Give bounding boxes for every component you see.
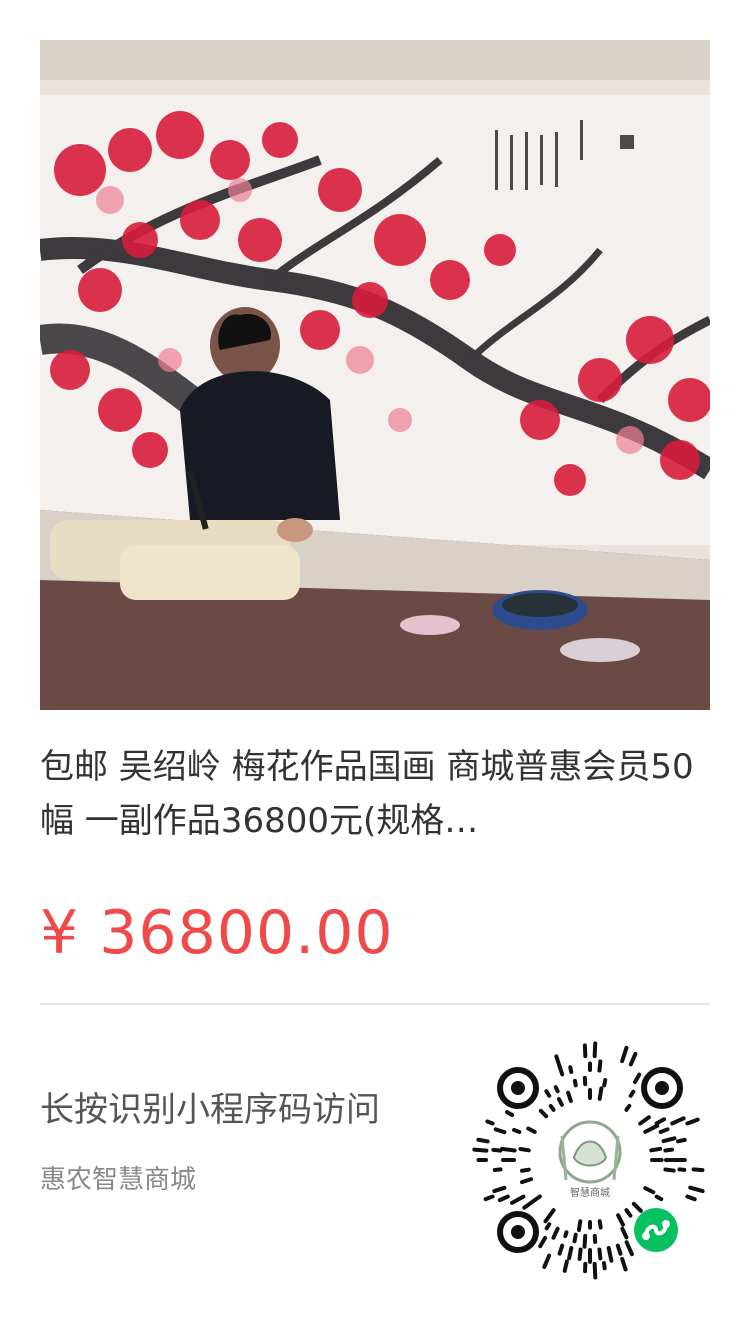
qrcode-module xyxy=(554,1054,560,1064)
qrcode-module xyxy=(476,1137,490,1144)
qrcode-module xyxy=(601,1261,607,1271)
qrcode-module xyxy=(544,1089,552,1098)
qrcode-module xyxy=(562,1259,569,1273)
product-title: 包邮 吴绍岭 梅花作品国画 商城普惠会员50幅 一副作品36800元(规格… xyxy=(40,747,694,841)
qrcode-module xyxy=(522,1202,531,1210)
qrcode-module xyxy=(576,1219,583,1232)
qrcode-module xyxy=(654,1194,664,1202)
qrcode-module xyxy=(472,1147,489,1153)
share-poster: 包邮 吴绍岭 梅花作品国画 商城普惠会员50幅 一副作品36800元(规格… ¥… xyxy=(0,0,750,1334)
qrcode-module xyxy=(597,1059,603,1073)
qrcode-module xyxy=(658,1127,670,1135)
qrcode-module xyxy=(512,1127,522,1135)
qrcode-module xyxy=(685,1194,697,1202)
product-price: ¥ 36800.00 xyxy=(40,898,394,968)
qrcode-module xyxy=(505,1110,515,1117)
qrcode-module xyxy=(597,1219,603,1230)
qrcode-module xyxy=(553,1085,560,1094)
qrcode-module xyxy=(572,1232,578,1244)
qrcode-module xyxy=(544,1222,552,1231)
divider xyxy=(40,1003,710,1005)
qrcode-center-text: 智慧商城 xyxy=(570,1186,610,1199)
qrcode-module xyxy=(491,1147,503,1153)
qrcode-module xyxy=(563,1230,569,1239)
qrcode-module xyxy=(649,1146,663,1153)
qrcode-module xyxy=(663,1167,676,1173)
painting-photo xyxy=(40,40,710,710)
qrcode-module xyxy=(483,1194,495,1202)
qrcode-module xyxy=(518,1146,531,1153)
qrcode-module xyxy=(567,1246,574,1261)
qrcode-module xyxy=(676,1137,687,1144)
qrcode-module xyxy=(577,1247,583,1261)
qrcode-module xyxy=(493,1127,507,1135)
qrcode-module xyxy=(677,1167,687,1172)
qrcode-module xyxy=(519,1177,534,1185)
qrcode-module xyxy=(628,1089,636,1098)
qrcode-module xyxy=(602,1078,608,1088)
qrcode-module xyxy=(492,1167,503,1173)
product-image xyxy=(40,40,710,710)
qrcode-module xyxy=(557,1243,565,1256)
qrcode-module xyxy=(556,1097,564,1107)
qrcode-module xyxy=(500,1146,517,1153)
qrcode-module xyxy=(606,1246,614,1263)
qrcode-module xyxy=(572,1078,578,1088)
qrcode-module xyxy=(592,1261,598,1280)
qrcode-module xyxy=(548,1103,556,1112)
qrcode-module xyxy=(566,1090,573,1104)
qrcode-module xyxy=(597,1086,604,1101)
qrcode-module xyxy=(582,1233,588,1249)
mini-program-icon xyxy=(634,1208,678,1252)
qrcode-module xyxy=(615,1243,623,1256)
qrcode-module xyxy=(624,1103,632,1112)
qrcode-module xyxy=(592,1041,598,1059)
mini-program-qrcode[interactable]: 智慧商城 xyxy=(470,1040,710,1280)
qrcode-module xyxy=(663,1147,675,1153)
qrcode-hint: 长按识别小程序码访问 xyxy=(40,1090,380,1130)
qrcode-module xyxy=(661,1136,677,1144)
shop-name: 惠农智慧商城 xyxy=(40,1165,197,1195)
qrcode-graphic: 智慧商城 xyxy=(470,1040,710,1280)
qrcode-module xyxy=(597,1247,603,1261)
qrcode-module xyxy=(568,1065,574,1074)
qrcode-module xyxy=(485,1119,495,1126)
qrcode-module xyxy=(691,1167,705,1173)
qrcode-module xyxy=(520,1167,531,1173)
